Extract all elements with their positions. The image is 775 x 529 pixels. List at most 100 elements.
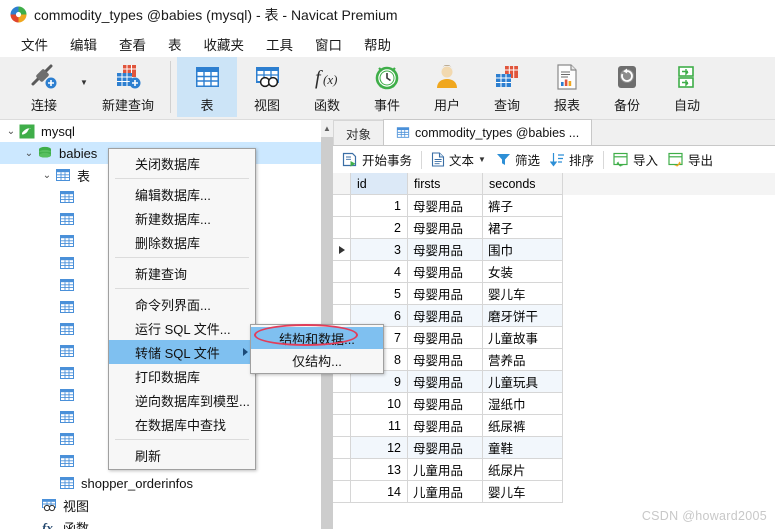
chevron-down-icon[interactable]: ▼ — [478, 155, 486, 164]
tree-item-functions[interactable]: fx 函数 — [0, 516, 321, 529]
tree-item-shopper-orderinfos[interactable]: shopper_orderinfos — [0, 472, 321, 494]
menu-tools[interactable]: 工具 — [255, 32, 304, 56]
cell-id[interactable]: 12 — [351, 437, 408, 459]
table-row[interactable]: 5 母婴用品 婴儿车 — [333, 283, 775, 305]
cell-firsts[interactable]: 母婴用品 — [408, 305, 483, 327]
menu-view[interactable]: 查看 — [108, 32, 157, 56]
submenu-item-structure-only[interactable]: 仅结构... — [251, 349, 383, 371]
toolbar-view[interactable]: 视图 — [237, 57, 297, 117]
cell-seconds[interactable]: 磨牙饼干 — [483, 305, 563, 327]
cell-seconds[interactable]: 纸尿裤 — [483, 415, 563, 437]
row-indicator[interactable] — [333, 217, 351, 239]
cell-seconds[interactable]: 婴儿车 — [483, 481, 563, 503]
row-indicator[interactable] — [333, 481, 351, 503]
toolbar-backup[interactable]: 备份 — [597, 57, 657, 117]
cell-firsts[interactable]: 母婴用品 — [408, 195, 483, 217]
row-indicator[interactable] — [333, 239, 351, 261]
table-row[interactable]: 2 母婴用品 裙子 — [333, 217, 775, 239]
row-indicator[interactable] — [333, 371, 351, 393]
toolbar-automation[interactable]: 自动 — [657, 57, 717, 117]
cell-seconds[interactable]: 童鞋 — [483, 437, 563, 459]
data-grid[interactable]: id firsts seconds 1 母婴用品 裤子 2 母婴用品 裙子 3 母婴用品 围巾 4… — [333, 173, 775, 529]
toolbar-function[interactable]: f (x) 函数 — [297, 57, 357, 117]
menu-edit[interactable]: 编辑 — [59, 32, 108, 56]
cell-firsts[interactable]: 母婴用品 — [408, 415, 483, 437]
context-item-drop-database[interactable]: 删除数据库 — [109, 230, 255, 254]
chevron-down-icon[interactable]: ⌄ — [40, 170, 54, 181]
cell-seconds[interactable]: 儿童玩具 — [483, 371, 563, 393]
cell-id[interactable]: 4 — [351, 261, 408, 283]
table-row[interactable]: 3 母婴用品 围巾 — [333, 239, 775, 261]
cell-firsts[interactable]: 母婴用品 — [408, 261, 483, 283]
table-row[interactable]: 14 儿童用品 婴儿车 — [333, 481, 775, 503]
cell-id[interactable]: 11 — [351, 415, 408, 437]
cell-seconds[interactable]: 女装 — [483, 261, 563, 283]
cell-seconds[interactable]: 营养品 — [483, 349, 563, 371]
context-item-close-database[interactable]: 关闭数据库 — [109, 151, 255, 175]
cell-id[interactable]: 3 — [351, 239, 408, 261]
menu-help[interactable]: 帮助 — [353, 32, 402, 56]
cell-firsts[interactable]: 母婴用品 — [408, 283, 483, 305]
context-item-run-sql-file[interactable]: 运行 SQL 文件... — [109, 316, 255, 340]
table-row[interactable]: 1 母婴用品 裤子 — [333, 195, 775, 217]
cell-seconds[interactable]: 裤子 — [483, 195, 563, 217]
tree-item-views[interactable]: 视图 — [0, 494, 321, 516]
table-row[interactable]: 11 母婴用品 纸尿裤 — [333, 415, 775, 437]
context-item-find-in-database[interactable]: 在数据库中查找 — [109, 412, 255, 436]
column-header-id[interactable]: id — [351, 173, 408, 195]
context-item-print-database[interactable]: 打印数据库 — [109, 364, 255, 388]
context-item-dump-sql-file[interactable]: 转储 SQL 文件 — [109, 340, 255, 364]
cell-firsts[interactable]: 母婴用品 — [408, 393, 483, 415]
cell-firsts[interactable]: 母婴用品 — [408, 239, 483, 261]
export-button[interactable]: 导出 — [663, 148, 718, 171]
row-indicator[interactable] — [333, 459, 351, 481]
cell-id[interactable]: 13 — [351, 459, 408, 481]
row-indicator[interactable] — [333, 415, 351, 437]
table-row[interactable]: 4 母婴用品 女装 — [333, 261, 775, 283]
begin-transaction-button[interactable]: 开始事务 — [337, 148, 417, 171]
context-item-new-query[interactable]: 新建查询 — [109, 261, 255, 285]
sort-button[interactable]: 排序 — [545, 148, 599, 171]
import-button[interactable]: 导入 — [608, 148, 663, 171]
cell-seconds[interactable]: 儿童故事 — [483, 327, 563, 349]
menu-file[interactable]: 文件 — [10, 32, 59, 56]
context-item-edit-database[interactable]: 编辑数据库... — [109, 182, 255, 206]
cell-seconds[interactable]: 婴儿车 — [483, 283, 563, 305]
cell-firsts[interactable]: 儿童用品 — [408, 481, 483, 503]
column-header-seconds[interactable]: seconds — [483, 173, 563, 195]
cell-seconds[interactable]: 湿纸巾 — [483, 393, 563, 415]
row-indicator[interactable] — [333, 437, 351, 459]
cell-id[interactable]: 14 — [351, 481, 408, 503]
table-row[interactable]: 6 母婴用品 磨牙饼干 — [333, 305, 775, 327]
scrollbar-up-arrow-icon[interactable]: ▲ — [321, 120, 333, 136]
table-row[interactable]: 8 母婴用品 营养品 — [333, 349, 775, 371]
tab-commodity-types[interactable]: commodity_types @babies ... — [383, 119, 593, 145]
cell-firsts[interactable]: 母婴用品 — [408, 371, 483, 393]
cell-firsts[interactable]: 儿童用品 — [408, 459, 483, 481]
cell-id[interactable]: 5 — [351, 283, 408, 305]
toolbar-query[interactable]: 查询 — [477, 57, 537, 117]
connection-dropdown-caret[interactable]: ▼ — [80, 78, 92, 87]
cell-id[interactable]: 10 — [351, 393, 408, 415]
cell-id[interactable]: 9 — [351, 371, 408, 393]
table-row[interactable]: 10 母婴用品 湿纸巾 — [333, 393, 775, 415]
menu-window[interactable]: 窗口 — [304, 32, 353, 56]
row-indicator[interactable] — [333, 195, 351, 217]
table-row[interactable]: 7 母婴用品 儿童故事 — [333, 327, 775, 349]
filter-button[interactable]: 筛选 — [491, 148, 545, 171]
menu-table[interactable]: 表 — [157, 32, 193, 56]
database-context-menu[interactable]: 关闭数据库 编辑数据库... 新建数据库... 删除数据库 新建查询 命令列界面… — [108, 148, 256, 470]
tree-item-mysql-connection[interactable]: ⌄ mysql — [0, 120, 321, 142]
cell-seconds[interactable]: 纸尿片 — [483, 459, 563, 481]
toolbar-event[interactable]: 事件 — [357, 57, 417, 117]
dump-sql-file-submenu[interactable]: 结构和数据... 仅结构... — [250, 324, 384, 374]
row-indicator[interactable] — [333, 261, 351, 283]
column-header-firsts[interactable]: firsts — [408, 173, 483, 195]
row-indicator[interactable] — [333, 393, 351, 415]
menu-favorites[interactable]: 收藏夹 — [193, 32, 256, 56]
cell-id[interactable]: 1 — [351, 195, 408, 217]
cell-firsts[interactable]: 母婴用品 — [408, 349, 483, 371]
cell-firsts[interactable]: 母婴用品 — [408, 217, 483, 239]
toolbar-user[interactable]: 用户 — [417, 57, 477, 117]
toolbar-connection[interactable]: 连接 — [8, 57, 80, 117]
